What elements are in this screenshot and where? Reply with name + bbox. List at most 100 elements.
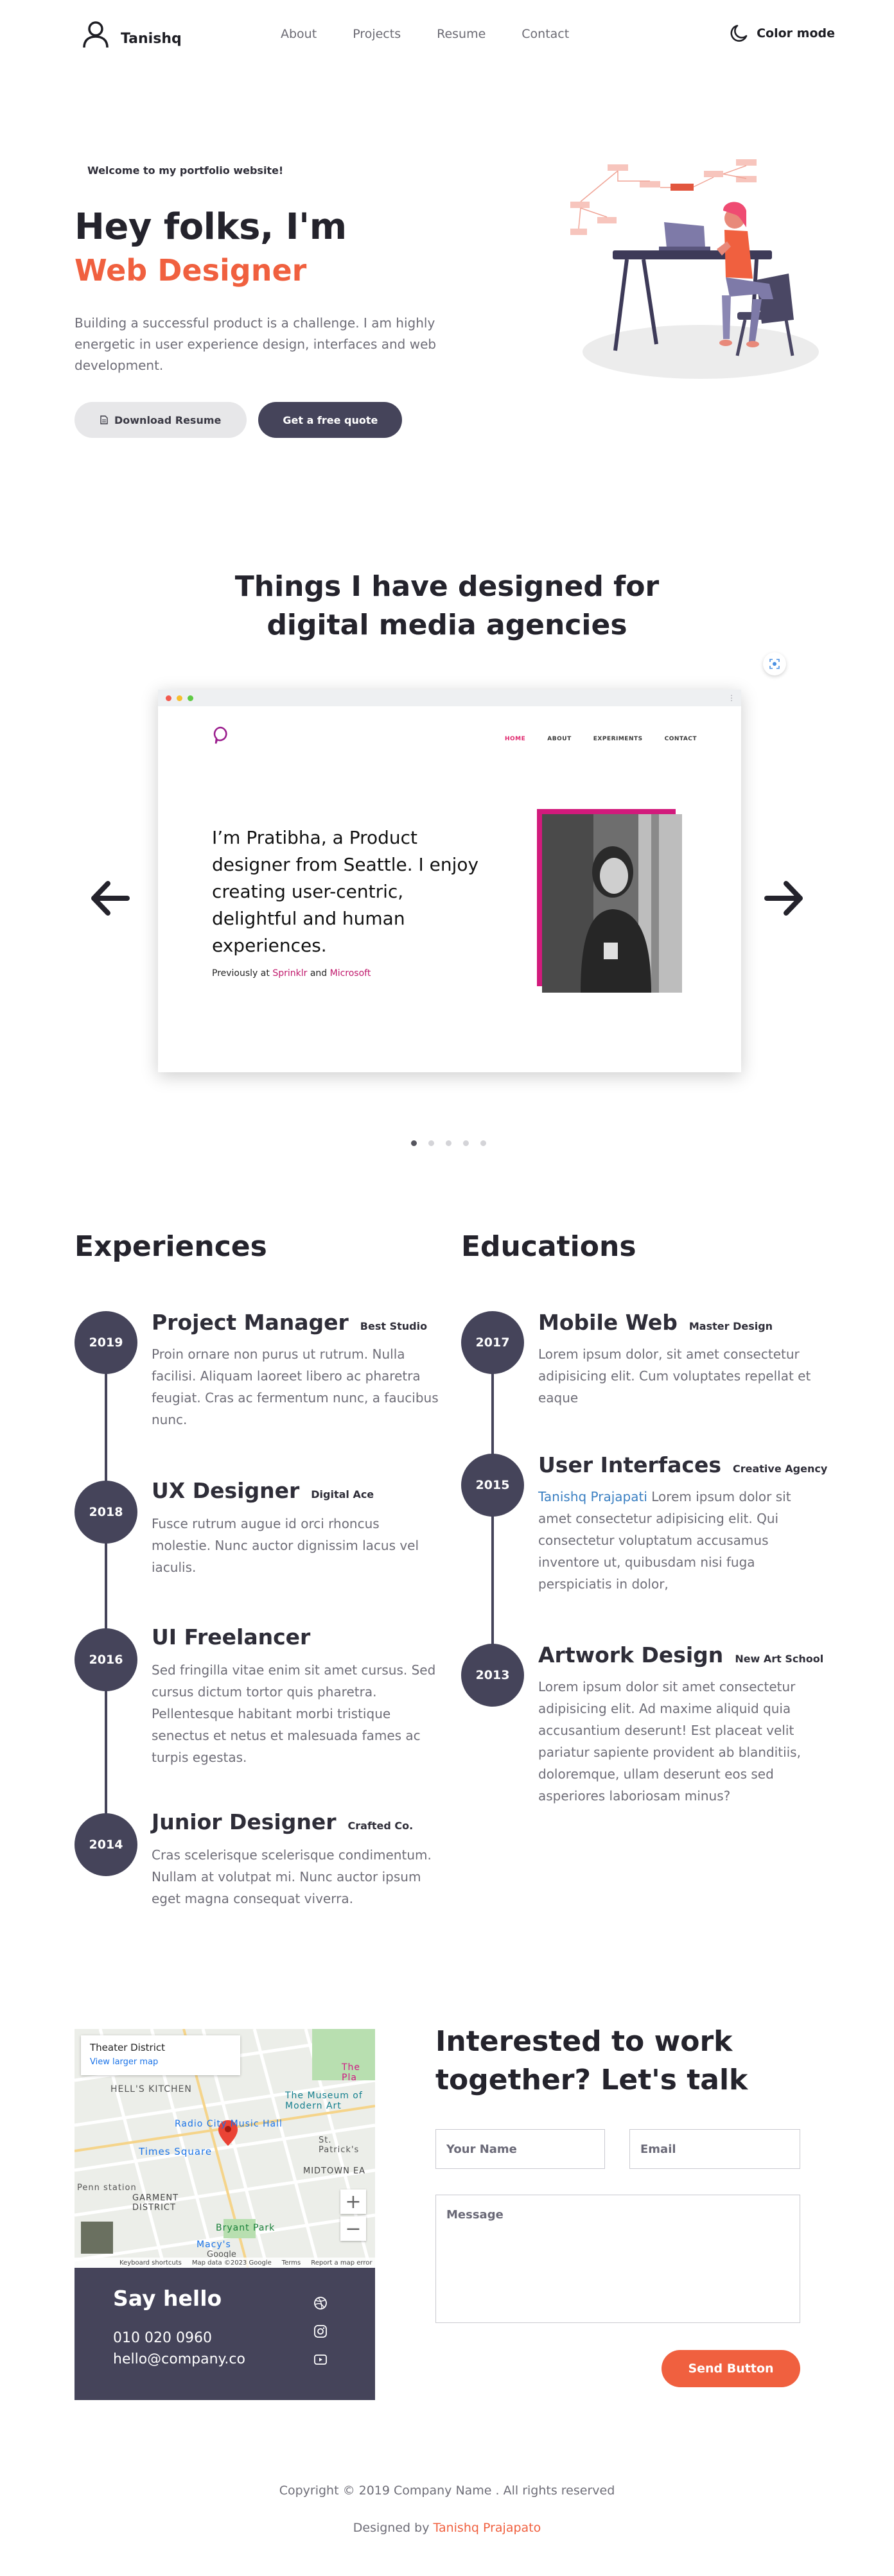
arrow-left-icon[interactable] xyxy=(87,876,132,921)
map-label: Macy's xyxy=(197,2240,231,2250)
map-place-name: Theater District xyxy=(90,2042,166,2053)
youtube-icon[interactable] xyxy=(313,2353,328,2367)
projects-title-line1: Things I have designed for xyxy=(234,570,660,603)
projects-title: Things I have designed for digital media… xyxy=(0,568,894,645)
main-menu: About Projects Resume Contact xyxy=(281,27,605,41)
prev-company-2: Microsoft xyxy=(329,968,371,979)
educations-title: Educations xyxy=(461,1230,636,1263)
hero-illustration xyxy=(570,159,819,379)
experience-description: Fusce rutrum augue id orci rhoncus moles… xyxy=(152,1516,419,1575)
education-year-badge: 2015 xyxy=(461,1454,524,1517)
more-icon: ⋮ xyxy=(728,693,735,702)
map-label: HELL'S KITCHEN xyxy=(110,2084,192,2094)
slide-headline: I’m Pratibha, a Product designer from Se… xyxy=(212,827,479,956)
slide-menu-experiments: EXPERIMENTS xyxy=(593,736,643,742)
name-input[interactable]: Your Name xyxy=(435,2129,605,2169)
keyboard-shortcuts-link[interactable]: Keyboard shortcuts xyxy=(119,2259,182,2267)
hero-buttons: Download Resume Get a free quote xyxy=(74,402,473,438)
map-label: Penn station xyxy=(77,2183,137,2193)
arrow-right-icon[interactable] xyxy=(762,876,807,921)
experience-year-badge: 2018 xyxy=(74,1481,137,1544)
carousel-dot-4[interactable] xyxy=(463,1140,469,1146)
map-label: St. Patrick's xyxy=(319,2136,360,2155)
nav-link-about[interactable]: About xyxy=(281,27,317,41)
education-role: Artwork Design xyxy=(538,1642,724,1667)
education-role: Mobile Web xyxy=(538,1310,678,1335)
nav-link-resume[interactable]: Resume xyxy=(437,27,486,41)
minimize-dot-icon xyxy=(177,695,182,701)
map-data-credit: Map data ©2023 Google xyxy=(191,2259,272,2267)
map-label: The Museum of Modern Art xyxy=(285,2091,363,2111)
carousel-dot-2[interactable] xyxy=(428,1140,434,1146)
education-description: Lorem ipsum dolor, sit amet consectetur … xyxy=(538,1346,811,1405)
copyright-text: Copyright © 2019 Company Name . All righ… xyxy=(279,2484,615,2498)
slide-menu: HOME ABOUT EXPERIMENTS CONTACT xyxy=(505,736,697,742)
contact-title-line1: Interested to work xyxy=(435,2025,733,2058)
experience-role: Project Manager xyxy=(152,1310,349,1335)
welcome-badge: Welcome to my portfolio website! xyxy=(74,158,297,183)
nav-link-projects[interactable]: Projects xyxy=(353,27,401,41)
education-author-link[interactable]: Tanishq Prajapati xyxy=(538,1489,647,1504)
terms-link[interactable]: Terms xyxy=(282,2259,301,2267)
email-input[interactable]: Email xyxy=(629,2129,800,2169)
color-mode-label: Color mode xyxy=(757,26,835,40)
map-place-card: Theater District View larger map xyxy=(81,2035,240,2075)
zoom-in-button[interactable]: + xyxy=(340,2189,366,2214)
browser-bar: ⋮ xyxy=(158,690,741,706)
say-hello-card: Say hello 010 020 0960 hello@company.co xyxy=(74,2268,375,2400)
education-description: Lorem ipsum dolor sit amet consectetur a… xyxy=(538,1679,801,1804)
embedded-map[interactable]: Theater District View larger map HELL'S … xyxy=(74,2029,375,2268)
hero-greeting: Hey folks, I'm xyxy=(74,206,347,248)
maximize-dot-icon xyxy=(188,695,193,701)
map-footer: Keyboard shortcuts Map data ©2023 Google… xyxy=(74,2258,375,2268)
project-slide[interactable]: ⋮ HOME ABOUT EXPERIMENTS CONTACT I’m Pra… xyxy=(158,690,741,1072)
zoom-out-button[interactable]: − xyxy=(340,2216,366,2241)
email-address: hello@company.co xyxy=(113,2351,245,2367)
carousel-dot-1[interactable] xyxy=(411,1140,417,1146)
prev-and: and xyxy=(310,968,328,979)
expand-icon[interactable] xyxy=(763,652,786,675)
education-description-text: Lorem ipsum dolor sit amet consectetur a… xyxy=(538,1489,791,1592)
map-label: GARMENT DISTRICT xyxy=(132,2193,179,2213)
carousel-dot-5[interactable] xyxy=(480,1140,486,1146)
download-resume-label: Download Resume xyxy=(114,413,222,426)
view-larger-map-link[interactable]: View larger map xyxy=(90,2057,231,2067)
experience-role: Junior Designer xyxy=(152,1809,337,1834)
hero-role: Web Designer xyxy=(74,253,307,288)
education-description: Tanishq Prajapati Lorem ipsum dolor sit … xyxy=(538,1486,826,1595)
top-navbar: Tanishq About Projects Resume Contact Co… xyxy=(0,0,894,69)
map-label: MIDTOWN EA xyxy=(303,2166,366,2176)
report-error-link[interactable]: Report a map error xyxy=(311,2259,372,2267)
hero-description: Building a successful product is a chall… xyxy=(74,315,437,373)
logo-text: Tanishq xyxy=(121,30,182,47)
color-mode-toggle[interactable]: Color mode xyxy=(728,23,835,44)
designer-link[interactable]: Tanishq Prajapato xyxy=(434,2521,541,2535)
message-textarea[interactable]: Message xyxy=(435,2195,800,2323)
education-heading: User Interfaces Creative Agency xyxy=(538,1452,827,1477)
close-dot-icon xyxy=(166,695,171,701)
slide-menu-about: ABOUT xyxy=(547,736,572,742)
education-role: User Interfaces xyxy=(538,1452,721,1477)
nav-link-contact[interactable]: Contact xyxy=(522,27,569,41)
education-school: Creative Agency xyxy=(733,1463,828,1475)
designed-by-prefix: Designed by xyxy=(353,2521,430,2535)
experience-role: UI Freelancer xyxy=(152,1624,311,1649)
designed-by: Designed by Tanishq Prajapato xyxy=(0,2521,894,2535)
education-year-badge: 2017 xyxy=(461,1311,524,1374)
carousel-dot-3[interactable] xyxy=(446,1140,451,1146)
instagram-icon[interactable] xyxy=(313,2324,328,2338)
experience-description: Cras scelerisque scelerisque condimentum… xyxy=(152,1847,432,1906)
education-heading: Artwork Design New Art School xyxy=(538,1642,823,1667)
download-resume-button[interactable]: Download Resume xyxy=(74,402,247,438)
send-button[interactable]: Send Button xyxy=(662,2350,800,2387)
say-hello-title: Say hello xyxy=(113,2286,222,2311)
hero-section: Welcome to my portfolio website! Hey fol… xyxy=(74,158,473,438)
experience-heading: UI Freelancer xyxy=(152,1624,310,1649)
free-quote-button[interactable]: Get a free quote xyxy=(258,402,403,438)
logo[interactable]: Tanishq xyxy=(81,19,182,49)
experience-year-badge: 2016 xyxy=(74,1628,137,1691)
user-icon xyxy=(83,21,109,48)
experience-company: Digital Ace xyxy=(311,1488,374,1501)
map-label: The Pla xyxy=(342,2062,361,2083)
dribbble-icon[interactable] xyxy=(313,2296,328,2310)
